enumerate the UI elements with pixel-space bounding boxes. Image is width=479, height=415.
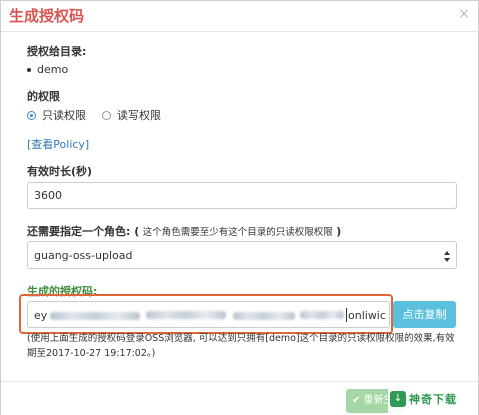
highlight-frame <box>19 294 393 334</box>
role-label: 还需要指定一个角色: ( 这个角色需要至少有这个目录的只读权限权限 ) <box>27 223 341 239</box>
auth-code-hint-line2: 期至2017-10-27 19:17:02。) <box>27 348 156 359</box>
directory-label: 授权给目录: <box>27 45 87 58</box>
role-label-text: 还需要指定一个角色: ( <box>27 225 140 238</box>
role-selected-value: guang-oss-upload <box>34 248 133 262</box>
radio-readwrite[interactable] <box>102 111 111 120</box>
radio-readonly[interactable] <box>27 111 36 120</box>
dialog-title: 生成授权码 <box>9 7 85 25</box>
directory-item: demo <box>37 63 69 76</box>
download-icon: ↓ <box>390 391 406 407</box>
duration-label: 有效时长(秒) <box>27 165 93 178</box>
role-select[interactable]: guang-oss-upload <box>27 241 457 269</box>
duration-input[interactable]: 3600 <box>27 182 457 209</box>
radio-readonly-label[interactable]: 只读权限 <box>42 107 86 123</box>
radio-readwrite-label[interactable]: 读写权限 <box>117 107 161 123</box>
permission-label: 的权限 <box>27 90 60 103</box>
duration-value: 3600 <box>34 189 62 202</box>
bullet-icon <box>27 68 31 72</box>
select-arrows-icon <box>444 251 450 263</box>
watermark-text: 神奇下载 <box>409 393 457 406</box>
auth-code-hint-line1: (使用上面生成的授权码登录OSS浏览器, 可以达到只拥有[demo]这个目录的只… <box>27 333 455 344</box>
view-policy-link[interactable]: [查看Policy] <box>27 136 89 152</box>
dialog-header: 生成授权码 × <box>1 1 478 32</box>
role-label-end: ) <box>336 225 342 238</box>
role-label-note: 这个角色需要至少有这个目录的只读权限权限 <box>142 227 333 238</box>
close-icon[interactable]: × <box>458 7 470 21</box>
auth-code-dialog: 生成授权码 × 授权给目录: demo 的权限 只读权限 读写权限 [查看Pol… <box>0 0 479 415</box>
copy-button[interactable]: 点击复制 <box>393 301 456 328</box>
